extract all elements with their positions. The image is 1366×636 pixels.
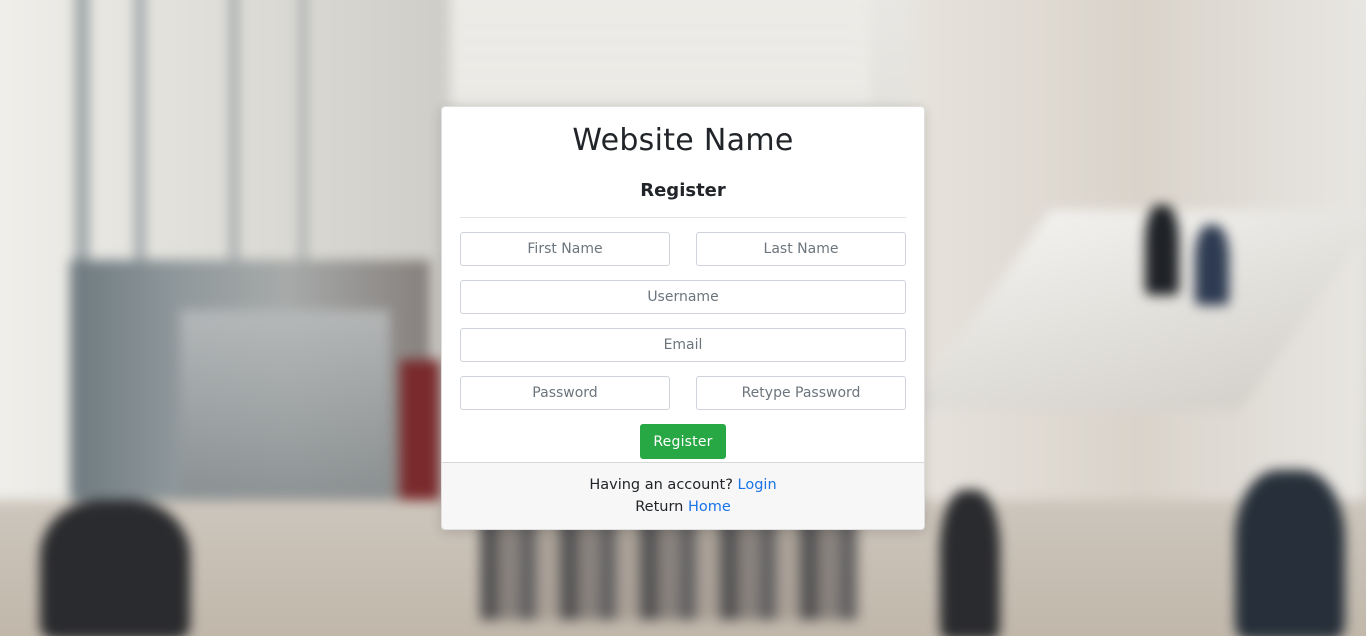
password-input[interactable] [460, 376, 670, 410]
login-prompt: Having an account? [589, 477, 733, 493]
home-link[interactable]: Home [688, 499, 731, 515]
email-input[interactable] [460, 328, 906, 362]
return-line: Return Home [442, 496, 924, 518]
register-form: Register [460, 232, 906, 459]
email-row [460, 328, 906, 362]
retype-password-input[interactable] [696, 376, 906, 410]
username-row [460, 280, 906, 314]
return-prompt: Return [635, 499, 684, 515]
password-row [460, 376, 906, 410]
login-link[interactable]: Login [738, 477, 777, 493]
page-subtitle: Register [640, 180, 726, 201]
login-line: Having an account? Login [442, 474, 924, 496]
header-divider [460, 217, 906, 218]
name-row [460, 232, 906, 266]
register-button[interactable]: Register [640, 424, 726, 459]
last-name-input[interactable] [696, 232, 906, 266]
site-title: Website Name [572, 123, 794, 158]
register-card: Website Name Register Register [441, 106, 925, 530]
username-input[interactable] [460, 280, 906, 314]
register-card-body: Website Name Register Register [442, 122, 924, 459]
first-name-input[interactable] [460, 232, 670, 266]
card-footer: Having an account? Login Return Home [442, 462, 924, 529]
submit-wrapper: Register [460, 424, 906, 459]
